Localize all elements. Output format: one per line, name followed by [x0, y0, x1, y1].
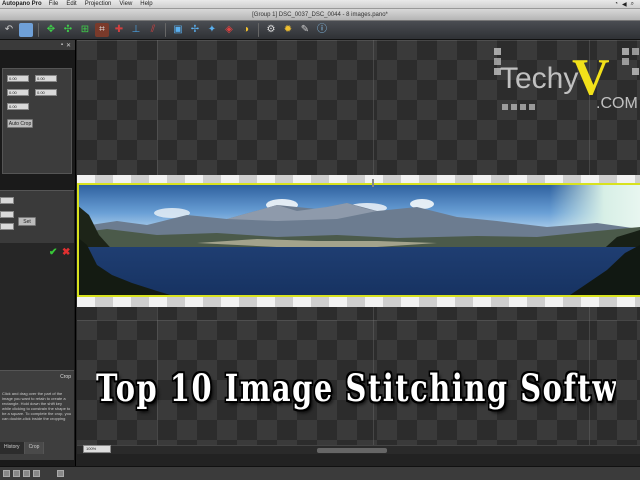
pan-icon[interactable]: ✦ — [205, 23, 219, 37]
headline: Top 10 Image Stitching Software — [96, 366, 616, 410]
headline-container: Top 10 Image Stitching Software — [96, 366, 616, 418]
menu-projection[interactable]: Projection — [85, 1, 112, 7]
search-icon[interactable]: ⌕ — [631, 1, 634, 8]
menu-extras: ◔ ◀ ⌕ — [614, 1, 640, 8]
app-name[interactable]: Autopano Pro — [2, 1, 42, 7]
logo-square — [632, 68, 639, 75]
tab-history[interactable]: History — [0, 442, 25, 454]
scroll-thumb[interactable] — [317, 448, 387, 453]
logo-square — [622, 48, 629, 55]
float-icon[interactable]: ▪ — [61, 42, 63, 48]
preview-icon[interactable]: ▣ — [171, 23, 185, 37]
crop-handle-top[interactable] — [372, 179, 374, 187]
align-icon[interactable]: ✚ — [112, 23, 126, 37]
option-field-1[interactable] — [0, 197, 14, 204]
crop-icon[interactable]: ⌗ — [95, 23, 109, 37]
logo-text: Techy — [500, 62, 578, 95]
menu-bar: Autopano Pro File Edit Projection View H… — [0, 0, 640, 9]
close-icon[interactable]: ✕ — [66, 42, 71, 49]
move-icon[interactable]: ✥ — [44, 23, 58, 37]
accept-icon[interactable]: ✔ — [49, 247, 57, 258]
control-points-icon[interactable]: ✢ — [188, 23, 202, 37]
render-icon[interactable] — [57, 470, 64, 477]
auto-crop-button[interactable]: Auto Crop — [7, 119, 33, 128]
info-icon[interactable]: ⓘ — [315, 23, 329, 37]
logo-square — [622, 58, 629, 65]
status-bar — [0, 466, 640, 480]
menu-view[interactable]: View — [119, 1, 132, 7]
color-icon[interactable]: ◑ — [239, 23, 253, 37]
fullscreen-icon[interactable] — [33, 470, 40, 477]
foreground — [77, 237, 640, 297]
shore-left — [77, 237, 177, 297]
toolbar-divider — [165, 23, 166, 37]
back-icon[interactable]: ↶ — [2, 23, 16, 37]
zoom-in-icon[interactable] — [13, 470, 20, 477]
crop-instructions: Click and drag over the part of the imag… — [2, 391, 72, 421]
image-border-bottom — [77, 297, 640, 307]
settings-icon[interactable]: ⚙ — [264, 23, 278, 37]
window-title: [Group 1] DSC_0037_DSC_0044 - 8 images.p… — [0, 9, 640, 21]
logo-square — [502, 104, 508, 110]
fit-icon[interactable] — [3, 470, 10, 477]
crop-frame-top[interactable] — [77, 183, 640, 185]
wifi-icon[interactable]: ◔ — [614, 1, 618, 8]
toolbar-divider — [38, 23, 39, 37]
panorama-preview[interactable] — [77, 175, 640, 307]
logo-square — [632, 48, 639, 55]
layer-icon[interactable] — [19, 23, 33, 37]
canvas-guide — [77, 320, 640, 321]
logo-domain: .COM — [596, 95, 638, 112]
volume-icon[interactable]: ◀ — [622, 1, 627, 8]
canvas-guide — [77, 40, 640, 41]
rotate-icon[interactable]: ✣ — [61, 23, 75, 37]
crop-left-field[interactable]: 0.00 — [7, 75, 29, 82]
reject-icon[interactable]: ✖ — [62, 247, 70, 258]
panel-tabs: History Crop — [0, 442, 74, 454]
techyv-logo: Techy V .COM — [494, 48, 639, 112]
crop-ratio-field[interactable]: 0.00 — [7, 103, 29, 110]
zoom-field[interactable]: 100% — [83, 445, 111, 453]
sun-icon[interactable]: ✹ — [281, 23, 295, 37]
left-panel: ▪ ✕ 0.00 0.00 0.00 0.00 0.00 Auto Crop S… — [0, 40, 76, 466]
menu-edit[interactable]: Edit — [66, 1, 76, 7]
toolbar: ↶ ✥ ✣ ⊞ ⌗ ✚ ⊥ ⫽ ▣ ✢ ✦ ◈ ◑ ⚙ ✹ ✎ ⓘ — [0, 21, 640, 40]
crop-options-box: Set ✔ ✖ — [0, 190, 74, 370]
zoom-out-icon[interactable] — [23, 470, 30, 477]
toolbar-divider — [258, 23, 259, 37]
panel-header: ▪ ✕ — [0, 40, 75, 50]
logo-square — [520, 104, 526, 110]
horizontal-scrollbar[interactable] — [77, 445, 640, 454]
crop-options-header: Set — [0, 191, 74, 243]
set-button[interactable]: Set — [18, 217, 36, 226]
option-field-2[interactable] — [0, 211, 14, 218]
level-icon[interactable]: ⊥ — [129, 23, 143, 37]
crop-settings-box: 0.00 0.00 0.00 0.00 0.00 Auto Crop — [2, 68, 72, 174]
crop-right-field[interactable]: 0.00 — [35, 75, 57, 82]
crop-frame-bottom[interactable] — [77, 295, 640, 297]
grid-icon[interactable]: ⊞ — [78, 23, 92, 37]
straighten-icon[interactable]: ⫽ — [146, 23, 160, 37]
shore-right — [567, 245, 640, 297]
option-field-3[interactable] — [0, 223, 14, 230]
crop-top-field[interactable]: 0.00 — [7, 89, 29, 96]
crop-frame-left[interactable] — [77, 183, 79, 297]
logo-square — [529, 104, 535, 110]
edit-icon[interactable]: ✎ — [298, 23, 312, 37]
tab-crop[interactable]: Crop — [24, 442, 45, 454]
mask-icon[interactable]: ◈ — [222, 23, 236, 37]
crop-panel-title: Crop — [60, 374, 71, 380]
logo-square — [511, 104, 517, 110]
crop-bottom-field[interactable]: 0.00 — [35, 89, 57, 96]
menu-file[interactable]: File — [49, 1, 59, 7]
logo-square — [494, 48, 501, 55]
menu-help[interactable]: Help — [140, 1, 152, 7]
